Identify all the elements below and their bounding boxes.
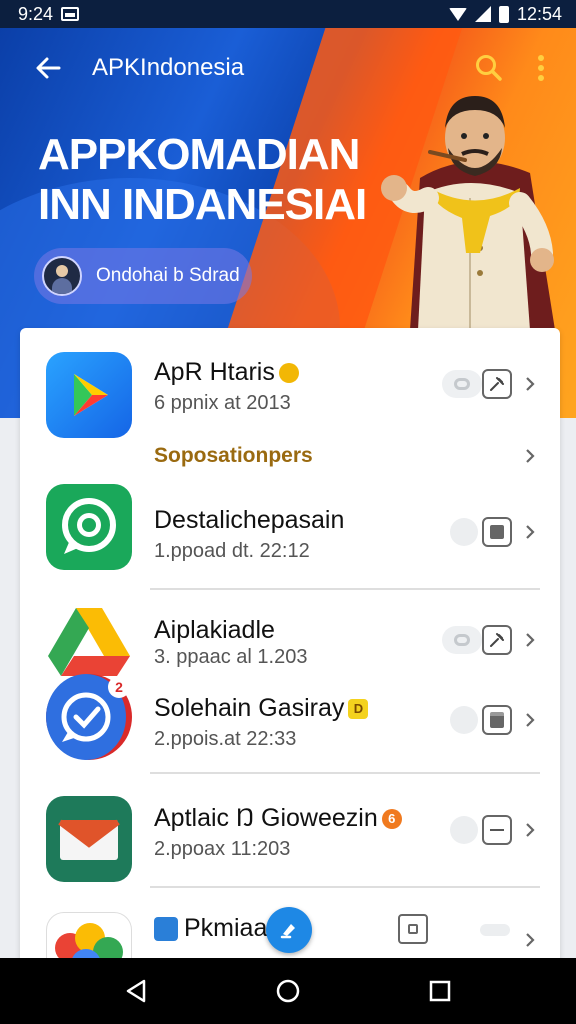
gallery-icon [61,7,80,21]
hero-title: APPKOMADIAN INN INDANESIAI [38,130,367,230]
app-title: APKIndonesia [92,54,245,81]
status-bar: 9:24 12:54 [0,0,576,28]
edit-button[interactable] [482,625,512,655]
app-name: Aiplakiadle [154,616,275,644]
section-title: Soposationpers [154,444,313,467]
chevron-right-icon[interactable] [518,520,542,544]
search-icon [476,55,502,81]
compose-fab[interactable] [266,907,312,953]
app-name: Solehain Gasiray D [154,694,369,723]
hero-title-line2: INN INDANESIAI [38,180,367,229]
circle-home-icon [276,979,300,1003]
app-name-text: Solehain Gasiray [154,694,345,722]
wifi-icon [448,7,467,21]
app-meta: 6 ppnix at 2013 [154,392,291,414]
avatar [42,256,82,296]
document-icon [490,712,504,728]
list-item[interactable]: Aiplakiadle 3. ppaac al 1.203 [20,592,560,676]
status-dot-icon [450,518,478,546]
chevron-right-icon[interactable] [518,372,542,396]
app-mini-icon [154,917,178,942]
list-item[interactable]: ApR Htaris 6 ppnix at 2013 [20,328,560,448]
overflow-menu-button[interactable] [526,49,556,87]
compose-icon [280,924,295,939]
chevron-right-icon[interactable] [518,444,542,468]
app-meta: 2.ppois.at 22:33 [154,728,297,750]
google-play-icon [46,352,132,438]
toggle-pill[interactable] [442,370,482,398]
play-triangle-icon [74,374,108,416]
app-name: Pkmiaan [154,914,281,943]
status-dot-icon [450,816,478,844]
badge-icon: D [348,699,369,720]
app-bar: APKIndonesia [0,28,576,108]
signal-icon [474,6,491,22]
app-name: ApR Htaris [154,358,299,387]
edit-button[interactable] [482,369,512,399]
search-button[interactable] [470,49,508,87]
nav-recents-button[interactable] [420,971,460,1011]
square-recents-icon [429,980,451,1002]
chat-bubble-icon [62,498,116,554]
envelope-icon [58,819,120,860]
user-chip-label: Ondohai b Sdrad [96,265,240,286]
divider [150,588,540,590]
app-name: Destalichepasain [154,506,345,534]
toggle-pill[interactable] [442,626,482,654]
status-time: 9:24 [18,3,54,24]
app-name: Aptlaic Ŋ Gioweezin 6 [154,804,402,833]
app-name-text: Aptlaic Ŋ Gioweezin [154,804,378,832]
message-icon [408,924,418,934]
nav-back-button[interactable] [116,971,156,1011]
list-item[interactable]: Aptlaic Ŋ Gioweezin 6 2.ppoax 11:203 [20,774,560,886]
status-clock: 12:54 [516,3,562,24]
system-nav-bar [0,958,576,1024]
gmail-icon [46,796,132,882]
nav-home-button[interactable] [268,971,308,1011]
badge-icon: 6 [381,809,402,830]
more-vert-icon [538,55,544,81]
app-list-card: ApR Htaris 6 ppnix at 2013 Soposationper… [20,328,560,968]
back-button[interactable] [30,50,66,86]
chevron-right-icon[interactable] [518,928,542,952]
minus-icon [490,829,504,831]
status-pill [480,924,510,936]
back-arrow-icon [36,57,61,79]
messenger-check-icon: 2 [46,674,132,760]
list-item[interactable]: 2 Solehain Gasiray D 2.ppois.at 22:33 [20,666,560,770]
triangle-back-icon [126,979,146,1003]
message-button[interactable] [398,914,428,944]
square-icon [490,525,504,539]
mascot-illustration [381,96,555,330]
list-item[interactable]: Destalichepasain 1.ppoad dt. 22:12 [20,478,560,590]
notification-count: 2 [108,676,130,698]
ring-icon [454,378,470,390]
stop-button[interactable] [482,517,512,547]
chevron-right-icon[interactable] [518,708,542,732]
pin-icon [490,633,504,647]
battery-icon [498,5,509,23]
status-dot-icon [450,706,478,734]
chevron-right-icon[interactable] [518,628,542,652]
app-meta: 1.ppoad dt. 22:12 [154,540,310,562]
whatsapp-icon [46,484,132,570]
app-meta: 2.ppoax 11:203 [154,838,291,860]
user-chip[interactable]: Ondohai b Sdrad [34,248,252,304]
hero-title-line1: APPKOMADIAN [38,130,360,179]
chevron-right-icon[interactable] [518,818,542,842]
app-name-text: ApR Htaris [154,358,275,386]
document-button[interactable] [482,705,512,735]
pin-icon [490,377,504,391]
section-header[interactable]: Soposationpers [20,432,560,480]
minimize-button[interactable] [482,815,512,845]
ring-icon [454,634,470,646]
verified-badge-icon [278,363,299,384]
